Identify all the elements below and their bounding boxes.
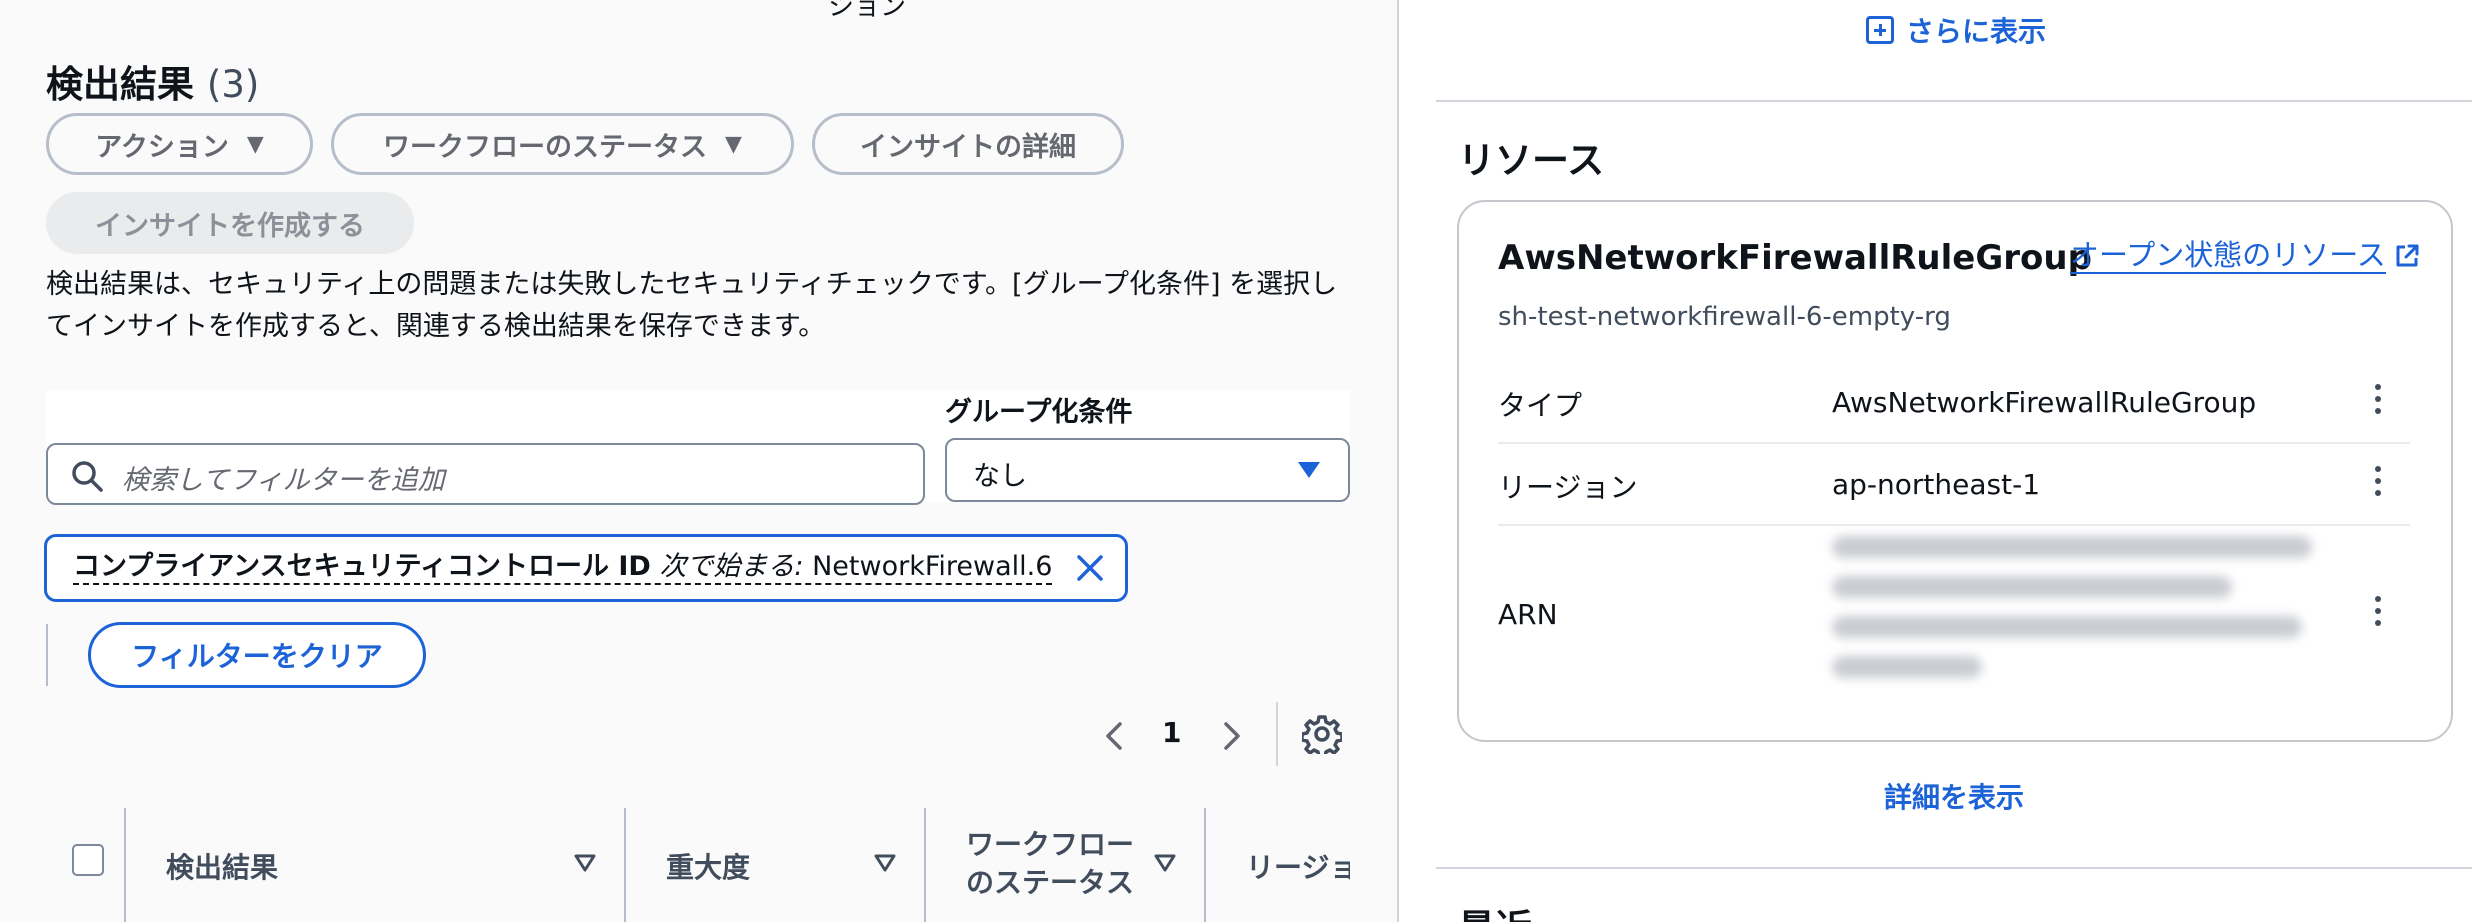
divider [1276, 702, 1278, 766]
more-options-icon[interactable] [2372, 596, 2384, 632]
divider [1498, 524, 2410, 526]
divider [1436, 867, 2472, 869]
search-placeholder: 検索してフィルターを追加 [122, 465, 445, 496]
create-insight-button[interactable]: インサイトを作成する [46, 192, 414, 254]
type-value: AwsNetworkFirewallRuleGroup [1832, 386, 2257, 419]
resource-type-title: AwsNetworkFirewallRuleGroup [1498, 238, 2092, 278]
close-icon[interactable] [1073, 551, 1107, 585]
column-header-finding[interactable]: 検出結果 [166, 846, 278, 886]
chevron-right-icon[interactable] [1218, 716, 1248, 756]
clear-filters-button[interactable]: フィルターをクリア [88, 622, 426, 688]
type-label: タイプ [1498, 389, 1583, 422]
actions-label: アクション [95, 131, 229, 163]
insight-details-label: インサイトの詳細 [860, 131, 1076, 163]
show-more-link[interactable]: さらに表示 [1866, 10, 2046, 50]
group-by-label: グループ化条件 [945, 397, 1133, 428]
view-details-link[interactable]: 詳細を表示 [1884, 776, 2024, 816]
table-header: 検出結果 重大度 ワークフロー のステータス リージョ [46, 808, 1350, 922]
search-icon [72, 461, 103, 492]
column-header-workflow-line2: のステータス [966, 866, 1135, 899]
sort-icon[interactable] [1154, 852, 1176, 874]
column-divider [124, 808, 126, 922]
workflow-status-label: ワークフローのステータス [383, 131, 708, 163]
search-input[interactable]: 検索してフィルターを追加 [46, 443, 925, 505]
cut-off-heading: ション [828, 0, 907, 22]
column-divider [1204, 808, 1206, 922]
findings-title-label: 検出結果 [46, 63, 194, 106]
sort-icon[interactable] [574, 852, 596, 874]
divider [1498, 442, 2410, 444]
resources-heading: リソース [1458, 139, 1605, 182]
findings-count: (3) [206, 63, 260, 106]
region-label: リージョン [1498, 471, 1638, 504]
findings-description: 検出結果は、セキュリティ上の問題または失敗したセキュリティチェックです。[グルー… [46, 269, 1338, 342]
column-header-workflow-status[interactable]: ワークフロー のステータス [966, 826, 1134, 902]
more-options-icon[interactable] [2372, 384, 2384, 420]
sort-icon[interactable] [874, 852, 896, 874]
arn-label: ARN [1498, 598, 1558, 631]
show-more-label: さらに表示 [1906, 15, 2047, 48]
column-header-severity[interactable]: 重大度 [666, 846, 750, 886]
findings-title: 検出結果 (3) [46, 54, 259, 108]
next-section-heading: 最近 [1458, 898, 1532, 922]
filter-token[interactable]: コンプライアンスセキュリティコントロール ID 次で始まる: NetworkFi… [44, 534, 1128, 602]
column-header-workflow-line1: ワークフロー [966, 828, 1135, 861]
more-options-icon[interactable] [2372, 466, 2384, 502]
column-divider [924, 808, 926, 922]
chevron-left-icon[interactable] [1098, 716, 1128, 756]
open-resource-link[interactable]: オープン状態のリソース [2070, 238, 2420, 274]
current-page[interactable]: 1 [1162, 716, 1181, 749]
group-by-select[interactable]: なし [945, 438, 1350, 502]
filter-token-text: コンプライアンスセキュリティコントロール ID 次で始まる: NetworkFi… [73, 551, 1053, 585]
filter-token-value: NetworkFirewall.6 [812, 551, 1053, 582]
group-by-value: なし [973, 461, 1027, 492]
caret-down-icon [1298, 462, 1320, 478]
insight-details-button[interactable]: インサイトの詳細 [812, 113, 1124, 175]
arn-value-redacted [1832, 536, 2312, 696]
caret-down-icon: ▼ [725, 131, 742, 157]
select-all-checkbox[interactable] [72, 844, 104, 876]
actions-dropdown-button[interactable]: アクション ▼ [46, 113, 313, 175]
filter-token-operator: 次で始まる: [659, 551, 804, 582]
divider [46, 624, 48, 686]
divider [1436, 100, 2472, 102]
workflow-status-dropdown-button[interactable]: ワークフローのステータス ▼ [331, 113, 794, 175]
resource-id: sh-test-networkfirewall-6-empty-rg [1498, 302, 1951, 332]
column-header-region[interactable]: リージョ [1246, 846, 1350, 886]
region-value: ap-northeast-1 [1832, 468, 2041, 501]
create-insight-label: インサイトを作成する [95, 210, 365, 242]
caret-down-icon: ▼ [246, 131, 264, 157]
external-link-icon [2396, 244, 2419, 267]
gear-icon[interactable] [1302, 714, 1342, 754]
filter-token-property: コンプライアンスセキュリティコントロール ID [73, 551, 651, 582]
findings-panel: ション 検出結果 (3) アクション ▼ ワークフローのステータス ▼ インサイ… [0, 0, 1397, 922]
column-divider [624, 808, 626, 922]
open-resource-label: オープン状態のリソース [2070, 238, 2386, 274]
expand-plus-icon [1866, 16, 1894, 44]
